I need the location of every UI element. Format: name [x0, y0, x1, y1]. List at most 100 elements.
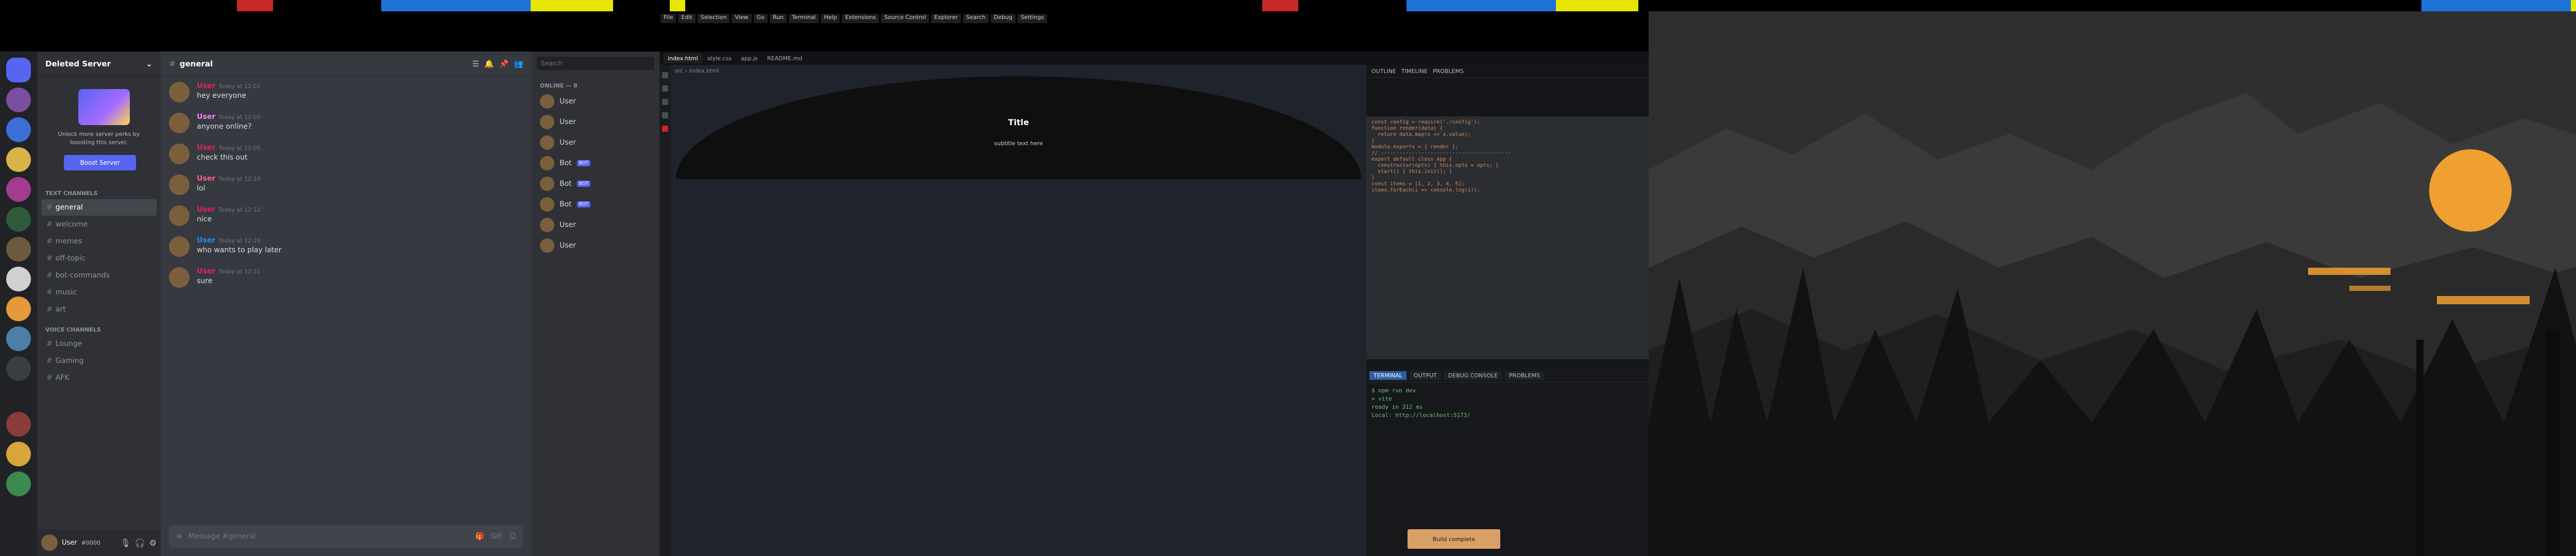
terminal-tab[interactable]: PROBLEMS: [1505, 371, 1545, 380]
message-author[interactable]: User Today at 12:20: [197, 236, 281, 245]
gif-icon[interactable]: GIF: [490, 532, 502, 541]
menu-item[interactable]: Edit: [678, 14, 696, 23]
debug-icon[interactable]: [662, 112, 668, 118]
add-server-icon[interactable]: [6, 356, 31, 381]
menu-item[interactable]: View: [732, 14, 752, 23]
source-control-icon[interactable]: [662, 99, 668, 105]
menu-item[interactable]: Extensions: [842, 14, 879, 23]
server-icon[interactable]: [6, 297, 31, 321]
menu-item[interactable]: Help: [821, 14, 840, 23]
menu-item[interactable]: File: [660, 14, 676, 23]
menu-item[interactable]: Go: [753, 14, 768, 23]
panel-tab[interactable]: PROBLEMS: [1433, 68, 1464, 75]
avatar[interactable]: [169, 82, 190, 102]
server-icon[interactable]: [6, 326, 31, 351]
server-icon[interactable]: [6, 147, 31, 172]
member-item[interactable]: Bot BOT: [532, 153, 659, 173]
add-attachment-icon[interactable]: ⊕: [176, 532, 182, 541]
member-item[interactable]: User: [532, 112, 659, 132]
threads-icon[interactable]: ☰: [472, 59, 479, 68]
message-author[interactable]: User Today at 12:05: [197, 144, 261, 152]
message-author[interactable]: User Today at 12:31: [197, 267, 261, 275]
message-author[interactable]: User Today at 12:01: [197, 82, 261, 90]
menu-item[interactable]: Run: [769, 14, 787, 23]
terminal-tab[interactable]: DEBUG CONSOLE: [1444, 371, 1502, 380]
avatar[interactable]: [169, 267, 190, 288]
channel-name: Lounge: [55, 340, 82, 348]
avatar[interactable]: [169, 205, 190, 226]
gift-icon[interactable]: 🎁: [476, 532, 484, 541]
breadcrumb-path[interactable]: src › index.html: [675, 67, 719, 74]
channel-item[interactable]: # memes: [41, 233, 157, 250]
editor-tab[interactable]: style.css: [703, 53, 736, 63]
panel-tab[interactable]: TIMELINE: [1401, 68, 1428, 75]
extensions-icon[interactable]: [662, 126, 668, 132]
emoji-icon[interactable]: ☺: [509, 532, 516, 541]
member-item[interactable]: User: [532, 215, 659, 235]
avatar[interactable]: [169, 113, 190, 133]
menu-item[interactable]: Search: [963, 14, 989, 23]
editor-tab[interactable]: README.md: [763, 53, 806, 63]
mic-icon[interactable]: 🎙: [120, 538, 130, 548]
message-author[interactable]: User Today at 12:03: [197, 113, 261, 121]
member-item[interactable]: Bot BOT: [532, 173, 659, 194]
server-icon[interactable]: [6, 177, 31, 202]
search-input[interactable]: Search: [537, 57, 654, 70]
home-button[interactable]: [6, 58, 31, 82]
channel-category[interactable]: Voice Channels: [37, 318, 161, 335]
channel-item[interactable]: # Lounge: [41, 336, 157, 352]
server-icon[interactable]: [6, 412, 31, 437]
server-icon[interactable]: [6, 117, 31, 142]
message-author[interactable]: User Today at 12:12: [197, 205, 261, 214]
message-author[interactable]: User Today at 12:10: [197, 175, 261, 183]
channel-item[interactable]: # general: [41, 199, 157, 216]
server-icon[interactable]: [6, 237, 31, 262]
message-composer[interactable]: ⊕ Message #general 🎁 GIF ☺: [169, 525, 523, 548]
channel-item[interactable]: # bot-commands: [41, 267, 157, 284]
avatar[interactable]: [169, 175, 190, 195]
editor-tab[interactable]: app.js: [737, 53, 762, 63]
server-header[interactable]: Deleted Server ⌄: [37, 51, 161, 77]
gear-icon[interactable]: ⚙: [149, 538, 157, 548]
boost-button[interactable]: Boost Server: [64, 155, 136, 170]
editor-tab[interactable]: index.html: [664, 53, 702, 63]
channel-item[interactable]: # welcome: [41, 216, 157, 233]
terminal-tab[interactable]: OUTPUT: [1409, 371, 1441, 380]
member-item[interactable]: Bot BOT: [532, 194, 659, 215]
search-icon[interactable]: [662, 85, 668, 92]
terminal-output[interactable]: $ npm run dev > vite ready in 312 ms Local:…: [1366, 383, 1649, 424]
members-icon[interactable]: 👥: [514, 59, 523, 68]
channel-category[interactable]: Text Channels: [37, 182, 161, 199]
channel-item[interactable]: # Gaming: [41, 353, 157, 369]
server-icon[interactable]: [6, 472, 31, 496]
terminal-tab[interactable]: TERMINAL: [1369, 371, 1406, 380]
menu-item[interactable]: Source Control: [881, 14, 929, 23]
member-item[interactable]: User: [532, 235, 659, 256]
menu-item[interactable]: Selection: [697, 14, 730, 23]
avatar[interactable]: [169, 144, 190, 164]
menu-item[interactable]: Terminal: [788, 14, 819, 23]
server-icon[interactable]: [6, 207, 31, 232]
explorer-icon[interactable]: [662, 72, 668, 78]
member-item[interactable]: User: [532, 132, 659, 153]
server-icon[interactable]: [6, 88, 31, 112]
bell-icon[interactable]: 🔔: [484, 59, 494, 68]
code-view[interactable]: const config = require('./config'); func…: [1366, 116, 1649, 359]
avatar[interactable]: [41, 534, 58, 551]
notification-toast[interactable]: Build complete: [1408, 529, 1500, 549]
channel-item[interactable]: # art: [41, 301, 157, 318]
member-item[interactable]: User: [532, 91, 659, 112]
menu-item[interactable]: Debug: [990, 14, 1016, 23]
message: User Today at 12:05 check this out: [161, 138, 532, 169]
server-icon[interactable]: [6, 442, 31, 466]
channel-item[interactable]: # AFK: [41, 370, 157, 386]
avatar[interactable]: [169, 236, 190, 257]
menu-item[interactable]: Settings: [1018, 14, 1047, 23]
menu-item[interactable]: Explorer: [931, 14, 961, 23]
channel-item[interactable]: # music: [41, 284, 157, 301]
channel-item[interactable]: # off-topic: [41, 250, 157, 267]
headphones-icon[interactable]: 🎧: [135, 538, 145, 548]
pin-icon[interactable]: 📌: [499, 59, 509, 68]
panel-tab[interactable]: OUTLINE: [1371, 68, 1396, 75]
server-icon[interactable]: [6, 267, 31, 291]
